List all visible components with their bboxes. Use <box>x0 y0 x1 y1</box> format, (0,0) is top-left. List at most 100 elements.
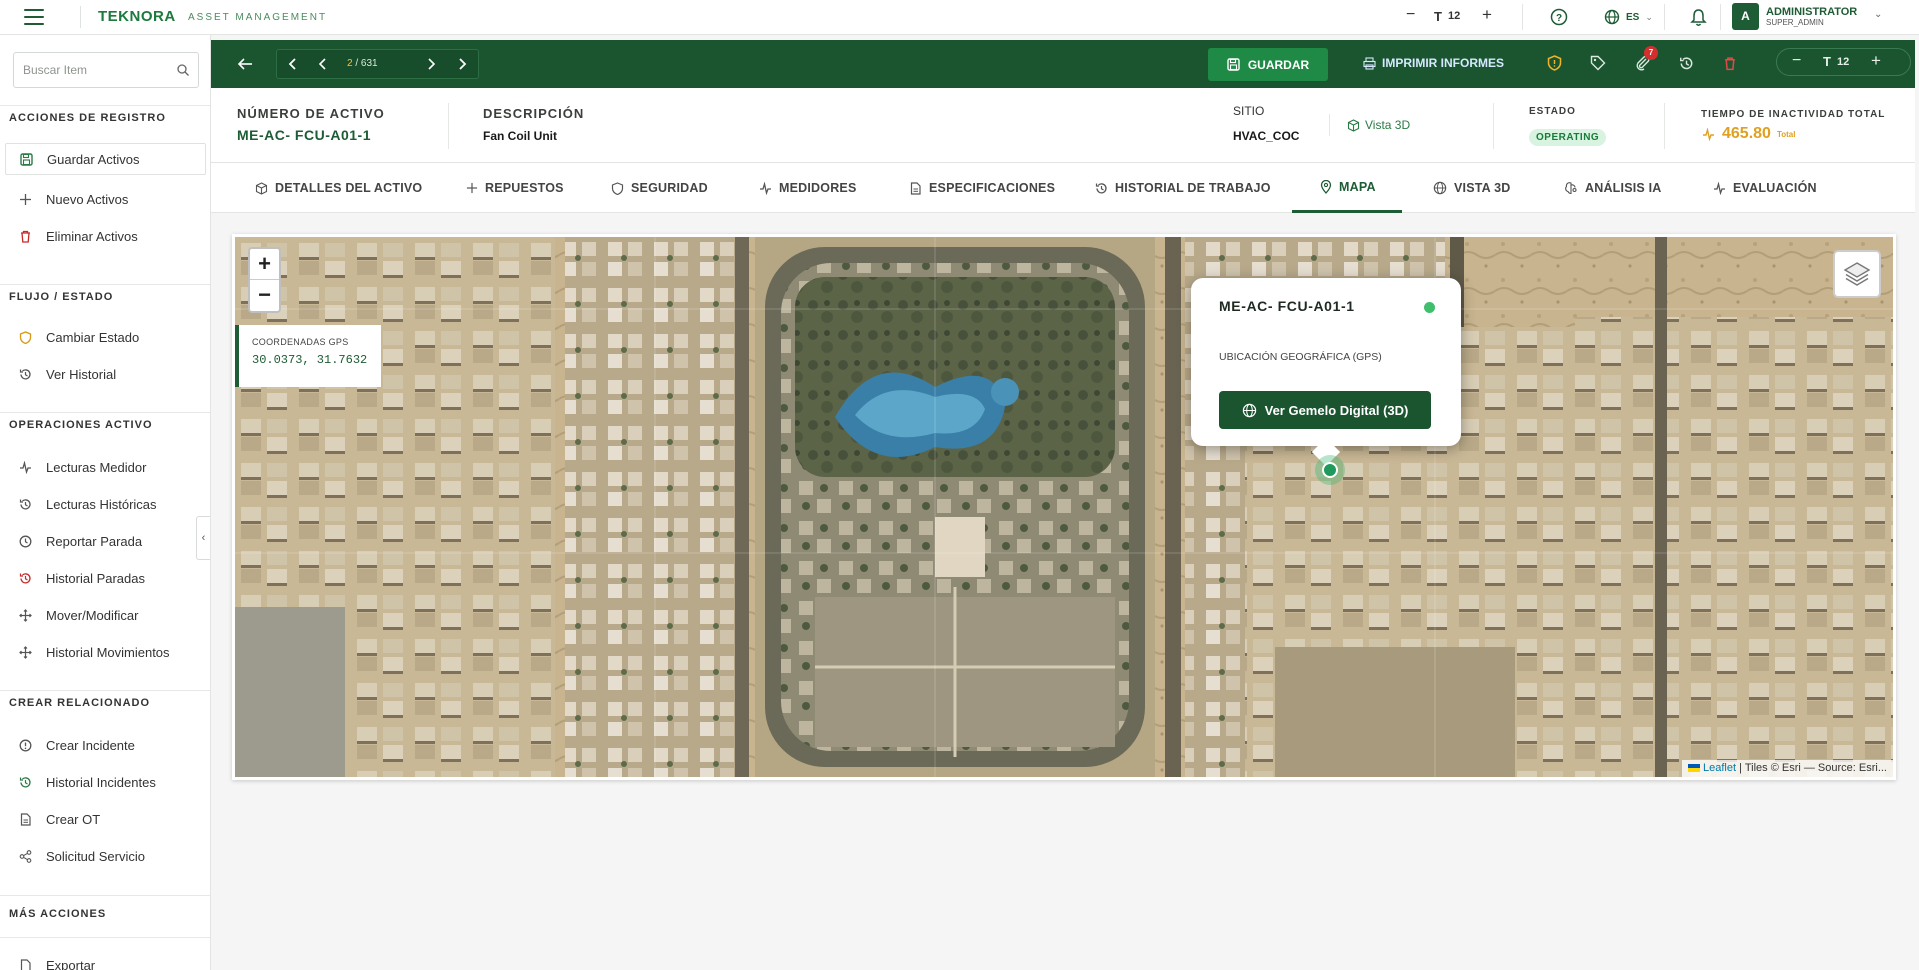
sidebar-item-lecturas-medidor[interactable]: Lecturas Medidor <box>0 451 210 483</box>
language-selector[interactable]: ES ⌄ <box>1604 9 1653 25</box>
divider <box>0 105 210 106</box>
view-3d-label: Vista 3D <box>1365 118 1411 132</box>
sidebar-item-historial-incidentes[interactable]: Historial Incidentes <box>0 766 210 798</box>
paperclip-icon[interactable]: 7 <box>1632 46 1658 74</box>
back-arrow-icon[interactable] <box>233 52 257 76</box>
chevron-down-icon[interactable]: ⌄ <box>1874 9 1882 20</box>
divider <box>1329 114 1330 136</box>
gps-label: COORDENADAS GPS <box>252 337 349 347</box>
divider <box>1522 4 1523 30</box>
sidebar-item-label: Lecturas Históricas <box>46 496 157 512</box>
search-icon[interactable] <box>177 64 189 76</box>
tab-especificaciones[interactable]: ESPECIFICACIONES <box>909 163 1055 213</box>
zoom-out-icon[interactable]: − <box>1792 52 1801 70</box>
sidebar-item-crear-ot[interactable]: Crear OT <box>0 803 210 835</box>
map-zoom-out-button[interactable]: − <box>250 280 279 311</box>
satellite-map-tiles[interactable] <box>235 237 1893 777</box>
divider <box>0 284 210 285</box>
save-button[interactable]: GUARDAR <box>1208 48 1328 81</box>
shield-icon <box>611 181 624 195</box>
leaflet-link[interactable]: Leaflet <box>1703 762 1736 774</box>
layers-button[interactable] <box>1833 250 1881 298</box>
save-icon <box>20 152 33 166</box>
user-name[interactable]: ADMINISTRATOR <box>1766 6 1857 18</box>
asset-header: NÚMERO DE ACTIVO ME-AC- FCU-A01-1 DESCRI… <box>211 88 1915 163</box>
gps-value: 30.0373, 31.7632 <box>252 353 368 367</box>
activity-icon <box>19 460 32 474</box>
map-zoom-in-button[interactable]: + <box>250 249 279 280</box>
tab-mapa[interactable]: MAPA <box>1292 163 1402 213</box>
history-icon[interactable] <box>1675 52 1697 74</box>
print-reports-button[interactable]: IMPRIMIR INFORMES <box>1363 56 1504 70</box>
chevron-left-double-icon[interactable] <box>285 56 301 72</box>
sidebar-item-ver-historial[interactable]: Ver Historial <box>0 358 210 390</box>
asset-location-marker[interactable] <box>1315 455 1345 485</box>
brand-logo: TEKNORA <box>98 8 176 25</box>
sidebar-item-historial-movimientos[interactable]: Historial Movimientos <box>0 636 210 668</box>
sidebar-item-eliminar-activos[interactable]: Eliminar Activos <box>0 220 210 252</box>
tab-label: ANÁLISIS IA <box>1585 181 1662 195</box>
search-input[interactable] <box>14 53 164 87</box>
tab-medidores[interactable]: MEDIDORES <box>759 163 857 213</box>
zoom-in-icon[interactable]: + <box>1871 51 1881 71</box>
collapse-sidebar-button[interactable]: ‹ <box>196 516 210 560</box>
sidebar-item-label: Historial Movimientos <box>46 644 170 660</box>
tag-icon[interactable] <box>1587 52 1609 74</box>
sidebar-item-label: Exportar <box>46 957 96 970</box>
font-increase-icon[interactable]: + <box>1482 5 1492 25</box>
tab-label: HISTORIAL DE TRABAJO <box>1115 181 1271 195</box>
tab-seguridad[interactable]: SEGURIDAD <box>611 163 708 213</box>
site-label: SITIO <box>1233 104 1265 118</box>
font-decrease-icon[interactable]: − <box>1406 6 1415 24</box>
sidebar-item-solicitud-servicio[interactable]: Solicitud Servicio <box>0 840 210 872</box>
chevron-right-double-icon[interactable] <box>454 56 470 72</box>
site-value: HVAC_COC <box>1233 129 1300 143</box>
sidebar-item-nuevo-activos[interactable]: Nuevo Activos <box>0 183 210 215</box>
sidebar-item-crear-incidente[interactable]: Crear Incidente <box>0 729 210 761</box>
pager-position[interactable]: 2 / 631 <box>347 58 378 69</box>
tab-historial-trabajo[interactable]: HISTORIAL DE TRABAJO <box>1095 163 1271 213</box>
section-title-registro: ACCIONES DE REGISTRO <box>9 112 166 124</box>
history-icon <box>19 368 32 381</box>
sidebar-item-label: Mover/Modificar <box>46 607 139 623</box>
tab-evaluacion[interactable]: EVALUACIÓN <box>1713 163 1817 213</box>
tab-detalles[interactable]: DETALLES DEL ACTIVO <box>255 163 422 213</box>
shield-alert-icon[interactable] <box>1543 52 1565 74</box>
activity-icon <box>1713 181 1726 195</box>
view-digital-twin-button[interactable]: Ver Gemelo Digital (3D) <box>1219 391 1431 429</box>
tab-analisis-ia[interactable]: ANÁLISIS IA <box>1564 163 1662 213</box>
chevron-right-icon[interactable] <box>423 56 439 72</box>
sidebar-item-cambiar-estado[interactable]: Cambiar Estado <box>0 321 210 353</box>
sidebar-item-historial-paradas[interactable]: Historial Paradas <box>0 562 210 594</box>
brand-subtitle: ASSET MANAGEMENT <box>188 12 328 23</box>
sidebar-item-guardar-activos[interactable]: Guardar Activos <box>5 143 206 175</box>
trash-icon <box>19 230 32 243</box>
sidebar-item-mover-modificar[interactable]: Mover/Modificar <box>0 599 210 631</box>
chevron-left-icon[interactable] <box>315 56 331 72</box>
map-attribution: Leaflet | Tiles © Esri — Source: Esri... <box>1682 760 1893 777</box>
sidebar-item-label: Lecturas Medidor <box>46 459 147 475</box>
bell-icon[interactable] <box>1690 8 1707 30</box>
help-icon[interactable]: ? <box>1550 8 1568 29</box>
sidebar-item-label: Reportar Parada <box>46 533 143 549</box>
downtime-display: 465.80 Total <box>1701 125 1795 143</box>
trash-icon[interactable] <box>1719 52 1741 74</box>
avatar[interactable]: A <box>1732 3 1759 30</box>
tab-label: MEDIDORES <box>779 181 857 195</box>
sidebar-item-reportar-parada[interactable]: Reportar Parada <box>0 525 210 557</box>
popup-button-label: Ver Gemelo Digital (3D) <box>1264 402 1409 418</box>
tab-vista-3d[interactable]: VISTA 3D <box>1433 163 1510 213</box>
tab-repuestos[interactable]: REPUESTOS <box>466 163 564 213</box>
sidebar-item-exportar[interactable]: Exportar <box>0 949 210 970</box>
divider <box>0 412 210 413</box>
history-icon <box>19 498 32 511</box>
history-icon <box>19 572 32 585</box>
sidebar-item-lecturas-historicas[interactable]: Lecturas Históricas <box>0 488 210 520</box>
map-container[interactable]: + − COORDENADAS GPS 30.0373, 31.7632 ME-… <box>232 234 1896 780</box>
document-icon <box>19 958 32 970</box>
divider <box>0 937 210 938</box>
hamburger-menu-icon[interactable] <box>24 9 44 25</box>
view-3d-link[interactable]: Vista 3D <box>1347 118 1410 132</box>
downtime-value: 465.80 <box>1722 125 1771 142</box>
section-title-mas: MÁS ACCIONES <box>9 908 107 920</box>
